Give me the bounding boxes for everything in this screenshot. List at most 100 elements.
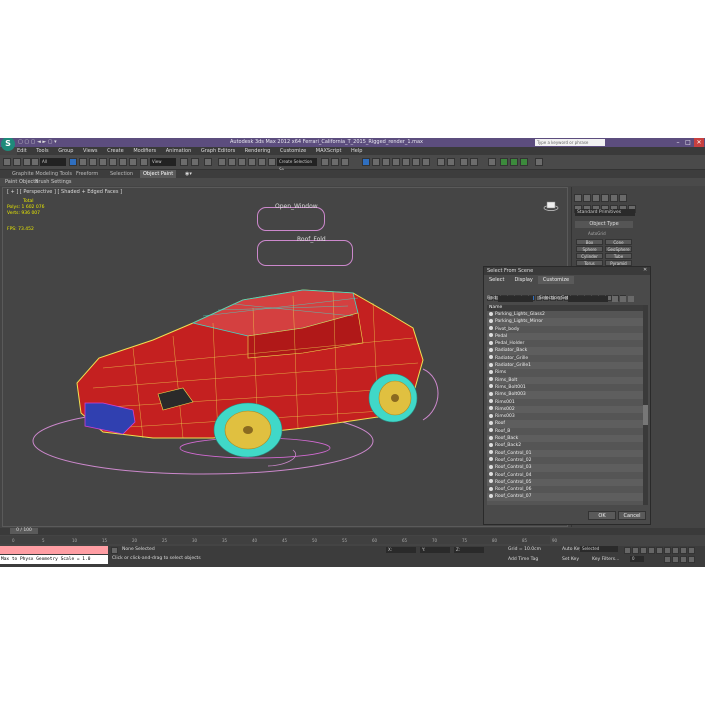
- keyboard-shortcut-icon[interactable]: [204, 158, 212, 166]
- render-icon[interactable]: [422, 158, 430, 166]
- object-visibility-icon[interactable]: [489, 413, 493, 418]
- menu-tools[interactable]: Tools: [36, 147, 48, 155]
- select-move-icon[interactable]: [109, 158, 117, 166]
- reference-coord-dropdown[interactable]: View: [150, 158, 176, 166]
- cone-button[interactable]: Cone: [605, 239, 632, 245]
- paint-objects-panel[interactable]: Paint Objects: [5, 178, 38, 186]
- physx-reset-icon[interactable]: [520, 158, 528, 166]
- previous-frame-icon[interactable]: [632, 547, 639, 554]
- next-frame-icon[interactable]: [648, 547, 655, 554]
- key-mode-dropdown[interactable]: Selected: [580, 546, 618, 552]
- ok-button[interactable]: OK: [588, 511, 616, 520]
- list-item[interactable]: Roof_Control_03: [487, 464, 643, 472]
- list-item[interactable]: Roof_Back: [487, 435, 643, 443]
- list-item[interactable]: Rims002: [487, 405, 643, 414]
- add-selection-set-icon[interactable]: [628, 296, 634, 302]
- quick-access-toolbar[interactable]: ▢ ▢ ▢ ◄ ► ▢ ▾: [18, 138, 57, 147]
- list-item[interactable]: Parking_Lights_Mirror: [487, 318, 643, 326]
- select-scale-icon[interactable]: [129, 158, 137, 166]
- object-visibility-icon[interactable]: [489, 479, 493, 484]
- list-item[interactable]: Radiator_Grille: [487, 355, 643, 362]
- object-visibility-icon[interactable]: [489, 464, 493, 469]
- minimize-button[interactable]: –: [673, 138, 683, 147]
- brush-settings-panel[interactable]: Brush Settings: [35, 178, 72, 186]
- object-visibility-icon[interactable]: [489, 442, 493, 447]
- environment-icon[interactable]: [460, 158, 468, 166]
- object-visibility-icon[interactable]: [489, 347, 493, 352]
- angle-snap-icon[interactable]: [228, 158, 236, 166]
- object-visibility-icon[interactable]: [489, 384, 493, 389]
- key-filters-button[interactable]: Key Filters...: [592, 557, 619, 562]
- list-item[interactable]: Pivot_body: [487, 326, 643, 333]
- menu-graph-editors[interactable]: Graph Editors: [201, 147, 235, 155]
- selection-set-dropdown[interactable]: [568, 296, 608, 302]
- undo-icon[interactable]: [3, 158, 11, 166]
- x-coordinate-field[interactable]: X:: [386, 547, 416, 553]
- list-item[interactable]: Radiator_Back: [487, 347, 643, 355]
- close-button[interactable]: ✕: [694, 138, 704, 147]
- object-visibility-icon[interactable]: [489, 333, 493, 338]
- named-selection-icon[interactable]: [268, 158, 276, 166]
- find-input[interactable]: [498, 296, 533, 302]
- align-icon[interactable]: [331, 158, 339, 166]
- object-visibility-icon[interactable]: [489, 428, 493, 433]
- tab-graphite-modeling[interactable]: Graphite Modeling Tools: [12, 170, 72, 178]
- z-coordinate-field[interactable]: Z:: [454, 547, 484, 553]
- object-visibility-icon[interactable]: [489, 340, 493, 345]
- edit-named-selection-icon[interactable]: [258, 158, 266, 166]
- ribbon-options-icon[interactable]: ◉▾: [185, 170, 192, 178]
- list-scrollbar-thumb[interactable]: [643, 405, 648, 425]
- tab-object-paint[interactable]: Object Paint: [140, 170, 177, 178]
- effects-icon[interactable]: [470, 158, 478, 166]
- object-type-rollout[interactable]: Object Type: [575, 221, 633, 228]
- list-item[interactable]: Roof_Control_01: [487, 449, 643, 457]
- list-scrollbar[interactable]: [643, 305, 648, 505]
- graphite-tools-icon[interactable]: [362, 158, 370, 166]
- track-bar[interactable]: 0 5 10 15 20 25 30 35 40 45 50 55 60 65 70 75 80 85 90: [0, 536, 557, 544]
- named-selection-dropdown[interactable]: Create Selection Se: [277, 158, 317, 172]
- object-visibility-icon[interactable]: [489, 406, 493, 411]
- dialog-menu-display[interactable]: Display: [509, 276, 537, 284]
- list-item[interactable]: Parking_Lights_Glass2: [487, 311, 643, 318]
- y-coordinate-field[interactable]: Y:: [420, 547, 450, 553]
- percent-snap-icon[interactable]: [238, 158, 246, 166]
- box-button[interactable]: Box: [576, 239, 603, 245]
- physx-icon[interactable]: [500, 158, 508, 166]
- curve-editor-icon[interactable]: [372, 158, 380, 166]
- snaps-toggle-icon[interactable]: [218, 158, 226, 166]
- menu-customize[interactable]: Customize: [280, 147, 306, 155]
- time-slider[interactable]: 0 / 100: [0, 528, 705, 535]
- menu-views[interactable]: Views: [83, 147, 97, 155]
- list-item[interactable]: Roof_Control_02: [487, 457, 643, 464]
- menu-modifiers[interactable]: Modifiers: [133, 147, 156, 155]
- list-item[interactable]: Roof_B: [487, 428, 643, 435]
- object-visibility-icon[interactable]: [489, 318, 493, 323]
- object-visibility-icon[interactable]: [489, 420, 493, 425]
- object-visibility-icon[interactable]: [489, 435, 493, 440]
- go-to-end-icon[interactable]: [656, 547, 663, 554]
- sphere-button[interactable]: Sphere: [576, 246, 603, 252]
- redo-icon[interactable]: [13, 158, 21, 166]
- object-visibility-icon[interactable]: [489, 362, 493, 367]
- list-item[interactable]: Rims001: [487, 399, 643, 406]
- pivot-center-icon[interactable]: [180, 158, 188, 166]
- object-visibility-icon[interactable]: [489, 391, 493, 396]
- cancel-button[interactable]: Cancel: [618, 511, 646, 520]
- menu-create[interactable]: Create: [107, 147, 124, 155]
- menu-maxscript[interactable]: MAXScript: [316, 147, 342, 155]
- list-item[interactable]: Roof_Back2: [487, 442, 643, 449]
- pan-icon[interactable]: [672, 556, 679, 563]
- object-visibility-icon[interactable]: [489, 486, 493, 491]
- list-item[interactable]: Rims003: [487, 413, 643, 420]
- window-crossing-icon[interactable]: [99, 158, 107, 166]
- zoom-all-icon[interactable]: [672, 547, 679, 554]
- link-icon[interactable]: [23, 158, 31, 166]
- play-icon[interactable]: [640, 547, 647, 554]
- mirror-icon[interactable]: [321, 158, 329, 166]
- object-visibility-icon[interactable]: [489, 377, 493, 382]
- schematic-view-icon[interactable]: [382, 158, 390, 166]
- spinner-snap-icon[interactable]: [248, 158, 256, 166]
- dialog-close-icon[interactable]: ✕: [643, 268, 648, 273]
- activeshade-icon[interactable]: [447, 158, 455, 166]
- field-of-view-icon[interactable]: [664, 556, 671, 563]
